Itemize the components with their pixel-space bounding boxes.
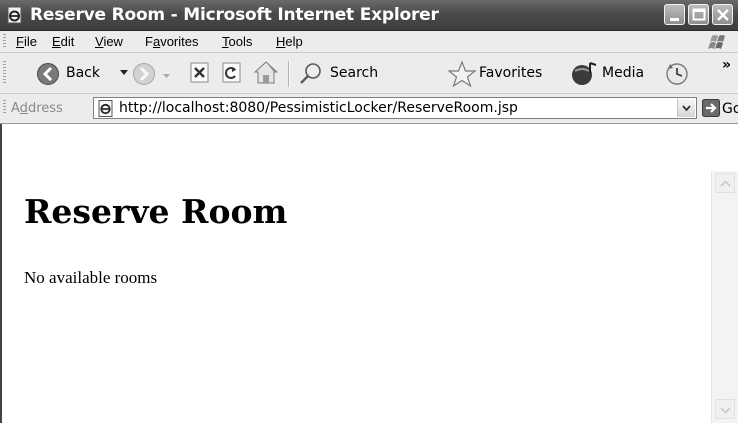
refresh-icon[interactable] — [221, 62, 243, 84]
back-dropdown-icon[interactable] — [120, 70, 128, 76]
menu-grip[interactable] — [3, 34, 6, 49]
chevron-down-icon — [682, 105, 691, 112]
scroll-up-button[interactable] — [715, 173, 735, 193]
history-icon[interactable] — [664, 61, 690, 87]
home-icon[interactable] — [253, 60, 279, 86]
maximize-button[interactable] — [688, 4, 709, 25]
page-heading: Reserve Room — [24, 192, 288, 231]
back-arrow-icon — [37, 63, 59, 85]
scroll-down-icon — [720, 407, 731, 414]
ie-page-icon — [7, 6, 22, 24]
menu-help[interactable]: Help — [276, 34, 303, 49]
close-icon — [717, 9, 729, 21]
address-dropdown-button[interactable] — [677, 99, 695, 117]
window-title: Reserve Room - Microsoft Internet Explor… — [30, 5, 439, 25]
page-globe-icon — [98, 100, 113, 117]
menu-tools[interactable]: Tools — [222, 34, 252, 49]
address-grip[interactable] — [3, 100, 6, 115]
close-button[interactable] — [712, 4, 733, 25]
menu-bar: File Edit View Favorites Tools Help — [0, 31, 738, 53]
minimize-icon — [670, 18, 679, 21]
favorites-star-icon — [447, 60, 477, 88]
search-label: Search — [330, 65, 379, 81]
toolbar-grip[interactable] — [3, 61, 6, 85]
media-icon — [572, 62, 597, 85]
address-input[interactable]: http://localhost:8080/PessimisticLocker/… — [93, 97, 697, 119]
menu-file[interactable]: File — [16, 34, 37, 49]
search-icon — [300, 63, 321, 84]
forward-arrow-icon[interactable] — [132, 62, 156, 86]
vertical-scrollbar[interactable] — [711, 171, 738, 423]
status-message: No available rooms — [24, 268, 158, 287]
maximize-icon — [692, 8, 706, 21]
browser-window: Reserve Room - Microsoft Internet Explor… — [0, 0, 738, 423]
scroll-up-icon — [720, 180, 731, 187]
favorites-button[interactable]: Favorites — [447, 56, 569, 90]
title-bar[interactable]: Reserve Room - Microsoft Internet Explor… — [0, 0, 738, 31]
minimize-button[interactable] — [664, 4, 685, 25]
back-label: Back — [66, 65, 100, 81]
standard-toolbar: Back Search Favorites Media » — [0, 53, 738, 94]
media-button[interactable]: Media — [570, 56, 660, 90]
address-label: Address — [11, 101, 63, 116]
search-button[interactable]: Search — [294, 56, 436, 90]
menu-favorites[interactable]: Favorites — [145, 34, 198, 49]
stop-icon[interactable] — [189, 62, 211, 84]
menu-edit[interactable]: Edit — [52, 34, 74, 49]
menu-view[interactable]: View — [95, 34, 123, 49]
go-arrow-icon[interactable] — [702, 99, 720, 117]
scroll-down-button[interactable] — [715, 399, 735, 419]
media-label: Media — [602, 65, 645, 81]
forward-dropdown-icon[interactable] — [163, 74, 170, 79]
toolbar-separator — [288, 61, 290, 87]
favorites-label: Favorites — [479, 65, 543, 81]
address-url: http://localhost:8080/PessimisticLocker/… — [119, 100, 518, 116]
toolbar-overflow-chevron[interactable]: » — [722, 57, 731, 73]
back-button[interactable]: Back — [12, 56, 142, 90]
go-button-label[interactable]: Go — [722, 101, 738, 117]
windows-logo-icon — [708, 35, 725, 49]
address-bar: Address http://localhost:8080/Pessimisti… — [0, 94, 738, 124]
